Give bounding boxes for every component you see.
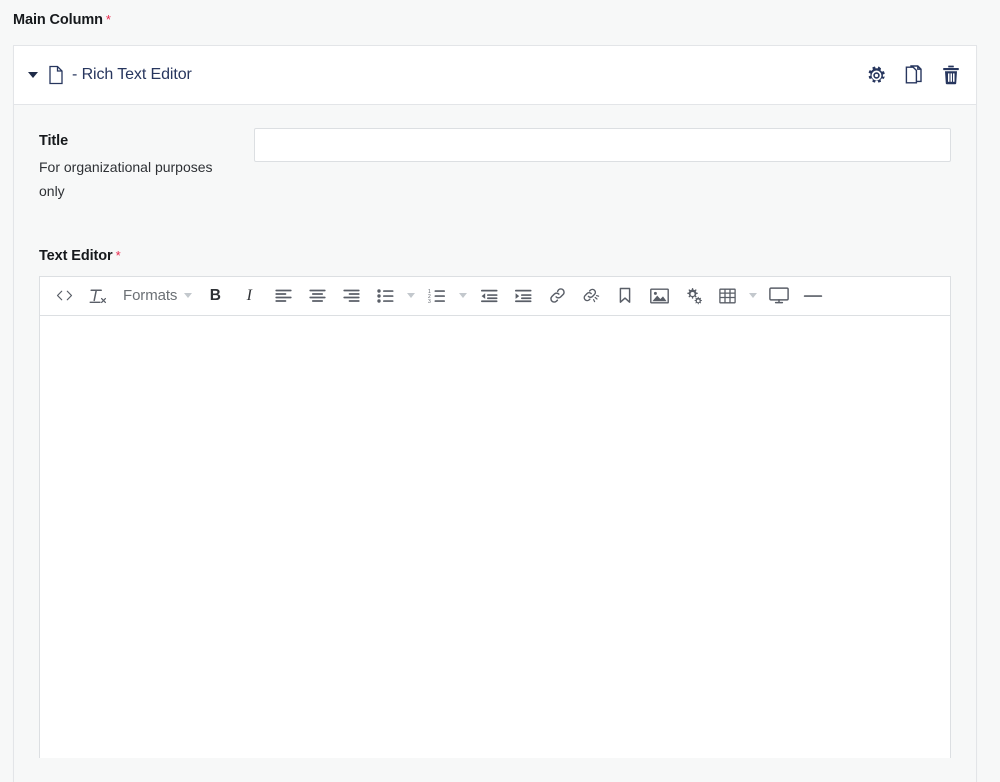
module-card: - Rich Text Editor Title For organizatio…: [13, 45, 977, 782]
indent-icon[interactable]: [513, 283, 533, 309]
title-field-help: For organizational purposes only: [39, 159, 213, 199]
chevron-down-icon: [407, 293, 416, 299]
horizontal-rule-icon[interactable]: [803, 283, 823, 309]
clear-formatting-icon[interactable]: [88, 283, 108, 309]
title-field-labels: Title For organizational purposes only: [39, 128, 254, 204]
double-gear-icon[interactable]: [683, 283, 703, 309]
module-title: - Rich Text Editor: [72, 66, 192, 83]
formats-dropdown[interactable]: Formats: [121, 283, 193, 309]
outdent-icon[interactable]: [479, 283, 499, 309]
trash-icon[interactable]: [942, 65, 960, 85]
page-root: Main Column * - Rich Text Editor Title F…: [0, 0, 1000, 782]
caret-down-icon[interactable]: [28, 72, 38, 78]
required-asterisk: *: [105, 12, 111, 27]
module-header-actions: [867, 65, 960, 85]
numbered-list-icon[interactable]: 1 2 3: [427, 283, 447, 309]
table-icon[interactable]: [717, 283, 737, 309]
italic-button[interactable]: I: [239, 283, 259, 309]
link-icon[interactable]: [547, 283, 567, 309]
bookmark-icon[interactable]: [615, 283, 635, 309]
bullet-list-chevron-down-icon[interactable]: [402, 283, 416, 309]
align-left-icon[interactable]: [273, 283, 293, 309]
italic-icon: I: [246, 286, 252, 304]
formats-dropdown-label: Formats: [123, 287, 178, 305]
editor-toolbar: Formats B I 1 2 3: [40, 276, 950, 316]
module-card-body: Title For organizational purposes only T…: [14, 105, 976, 782]
module-card-header: - Rich Text Editor: [14, 46, 976, 105]
editor-content-area[interactable]: [40, 315, 950, 758]
title-field-row: Title For organizational purposes only: [14, 105, 976, 204]
bullet-list-icon[interactable]: [375, 283, 395, 309]
align-center-icon[interactable]: [307, 283, 327, 309]
page-title: Main Column *: [13, 12, 111, 28]
source-code-icon[interactable]: [54, 283, 74, 309]
chevron-down-icon: [749, 293, 758, 299]
gear-icon[interactable]: [867, 66, 886, 85]
text-editor-label: Text Editor *: [39, 248, 951, 264]
bold-button[interactable]: B: [205, 283, 225, 309]
monitor-icon[interactable]: [769, 283, 790, 309]
image-icon[interactable]: [649, 283, 669, 309]
document-icon: [48, 65, 64, 85]
numbered-list-chevron-down-icon[interactable]: [454, 283, 468, 309]
page-title-text: Main Column: [13, 12, 103, 28]
align-right-icon[interactable]: [341, 283, 361, 309]
rich-text-editor: Formats B I 1 2 3: [39, 275, 951, 758]
title-input[interactable]: [254, 128, 951, 162]
svg-text:3: 3: [428, 299, 431, 303]
unlink-icon[interactable]: [581, 283, 601, 309]
chevron-down-icon: [184, 293, 193, 299]
bold-icon: B: [209, 286, 221, 304]
copy-pages-icon[interactable]: [904, 65, 924, 85]
title-field-label: Title: [39, 133, 69, 149]
chevron-down-icon: [459, 293, 468, 299]
text-editor-label-text: Text Editor: [39, 247, 113, 264]
table-chevron-down-icon[interactable]: [744, 283, 758, 309]
text-editor-section: Text Editor * Formats B I 1 2 3: [14, 248, 976, 758]
text-editor-required-asterisk: *: [115, 247, 121, 263]
